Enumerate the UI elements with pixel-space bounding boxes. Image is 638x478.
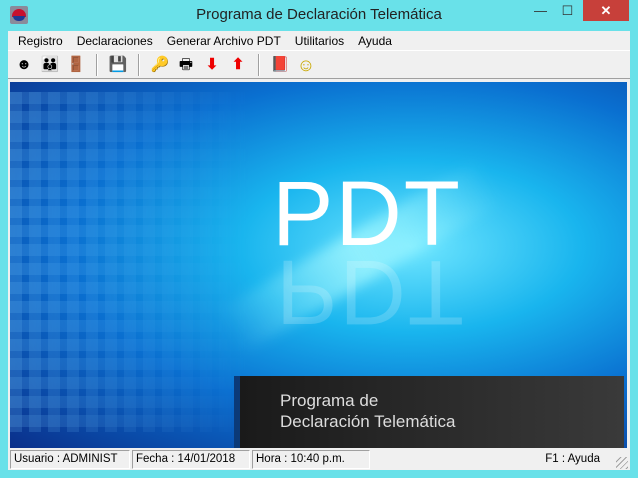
maximize-button[interactable]: ☐ [554, 0, 581, 21]
menu-bar: Registro Declaraciones Generar Archivo P… [8, 31, 630, 51]
status-date: Fecha : 14/01/2018 [132, 450, 250, 469]
disk-download-icon[interactable]: ⬇ [200, 54, 224, 76]
title-bar[interactable]: Programa de Declaración Telemática — ☐ ✕ [0, 0, 638, 31]
status-user: Usuario : ADMINIST [10, 450, 130, 469]
pdt-logo-text: PDT [272, 163, 462, 265]
program-banner: Programa de Declaración Telemática [234, 376, 624, 448]
resize-grip[interactable] [616, 457, 628, 469]
exit-door-icon[interactable]: 🚪 [64, 54, 88, 76]
menu-generar-archivo-pdt[interactable]: Generar Archivo PDT [160, 34, 288, 48]
printer-icon[interactable]: 🖶 [174, 54, 198, 76]
toolbar: ☻ 👪 🚪 💾 🔑 🖶 ⬇ ⬆ 📕 ☺ [8, 51, 630, 79]
users-icon[interactable]: 👪 [38, 54, 62, 76]
user-icon[interactable]: ☻ [12, 54, 36, 76]
menu-declaraciones[interactable]: Declaraciones [70, 34, 160, 48]
decorative-grid [10, 92, 250, 432]
key-icon[interactable]: 🔑 [148, 54, 172, 76]
banner-line-1: Programa de [280, 391, 379, 410]
toolbar-separator [258, 53, 260, 76]
splash-image: PDT PDT Programa de Declaración Telemáti… [10, 82, 627, 448]
disk-upload-icon[interactable]: ⬆ [226, 54, 250, 76]
minimize-button[interactable]: — [527, 0, 554, 21]
toolbar-separator [138, 53, 140, 76]
menu-ayuda[interactable]: Ayuda [351, 34, 399, 48]
menu-registro[interactable]: Registro [11, 34, 70, 48]
menu-utilitarios[interactable]: Utilitarios [288, 34, 351, 48]
help-book-icon[interactable]: 📕 [268, 54, 292, 76]
client-area: Registro Declaraciones Generar Archivo P… [8, 31, 630, 470]
banner-line-2: Declaración Telemática [280, 412, 456, 431]
status-bar: Usuario : ADMINIST Fecha : 14/01/2018 Ho… [10, 450, 628, 469]
save-disk-icon[interactable]: 💾 [106, 54, 130, 76]
toolbar-separator [96, 53, 98, 76]
status-time: Hora : 10:40 p.m. [252, 450, 370, 469]
smiley-icon[interactable]: ☺ [294, 54, 318, 76]
close-button[interactable]: ✕ [583, 0, 629, 21]
status-help: F1 : Ayuda [545, 453, 600, 465]
